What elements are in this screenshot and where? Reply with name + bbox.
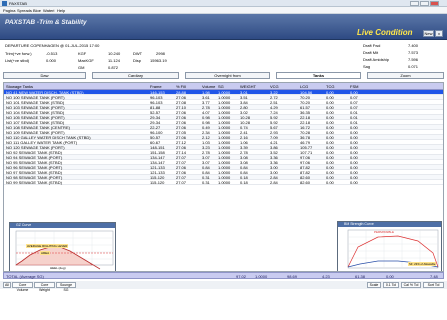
bm-legend: SF: 23% of Allowable xyxy=(408,262,437,266)
col-fsm-cell: 0.00 xyxy=(350,180,358,185)
totals-weight: 98.69 xyxy=(287,274,298,279)
close-condition-button[interactable]: x xyxy=(435,30,443,37)
load-condition-label: Live Condition xyxy=(357,28,413,37)
menu-help[interactable]: Help xyxy=(57,8,65,13)
dwt-value: 2998 xyxy=(156,51,165,56)
col-vcg-header[interactable]: VCG xyxy=(270,84,279,89)
draft-fwd-label: Draft Fwd xyxy=(363,43,381,48)
col-stowage-cell: NO 99 SEWAGE TANK (STBD) xyxy=(6,180,62,185)
col-weight-header[interactable]: WEIGHT xyxy=(240,84,256,89)
core-weight-button[interactable]: Core Weight xyxy=(34,282,55,292)
scale-button[interactable]: Scale xyxy=(367,282,381,288)
col-fill-cell: 27.07 xyxy=(176,180,187,185)
col-vcg-cell: 2.84 xyxy=(270,180,278,185)
tol-button[interactable]: 0.1 Tol xyxy=(383,282,399,288)
gz-curve-panel[interactable]: GZ Curve AVERAGE RIGHTING LEVER AREA HEE… xyxy=(9,222,116,271)
grid-header: Stowage Tanks Frame % Fill Volume SG WEIGHT VC… xyxy=(4,83,443,90)
footer-toolbar: All Core Volume Core Weight Sounge SG Sc… xyxy=(0,281,447,292)
col-frame-cell: 115-120 xyxy=(150,180,165,185)
gz-label-b: AREA xyxy=(40,251,51,255)
draft-fwd-value: 7.400 xyxy=(408,43,419,48)
maxkgf-label: MaxKGF xyxy=(78,58,94,63)
totals-lcg: 61.38 xyxy=(355,274,366,279)
col-fill-header[interactable]: % Fill xyxy=(176,84,186,89)
app-icon xyxy=(2,1,7,6)
totals-tcg: 0.00 xyxy=(386,274,394,279)
totals-volume: 97.02 xyxy=(236,274,247,279)
trim-label: Trim(+ve forw.) xyxy=(5,51,32,56)
tab-cardiary[interactable]: Cardiary xyxy=(92,72,179,79)
col-weight-cell: 0.18 xyxy=(240,180,248,185)
totals-vcg: 4.23 xyxy=(322,274,330,279)
disp-value: 15963.19 xyxy=(150,58,167,63)
tanks-grid: Stowage Tanks Frame % Fill Volume SG WEIGHT VC… xyxy=(3,82,444,272)
menu-wateri[interactable]: Wateri xyxy=(43,8,54,13)
tab-tanks[interactable]: Tanks xyxy=(276,72,361,79)
sounge-sg-button[interactable]: Sounge SG xyxy=(56,282,76,292)
col-sg-cell: 1.0000 xyxy=(218,180,231,185)
draft-mid-label: Draft Mit xyxy=(363,50,379,55)
menu-bloe[interactable]: Bloe xyxy=(33,8,41,13)
sort-tol-button[interactable]: Sort Tol xyxy=(423,282,444,288)
tab-overnight[interactable]: Overnight from xyxy=(185,72,270,79)
totals-fsm: 7.48 xyxy=(430,274,438,279)
close-button[interactable] xyxy=(430,1,439,6)
draft-mid-value: 7.573 xyxy=(408,50,419,55)
col-fsm-header[interactable]: FSM xyxy=(350,84,358,89)
col-frame-header[interactable]: Frame xyxy=(150,84,162,89)
kgf-value: 10.240 xyxy=(108,51,121,56)
title-bar: PAXSTAB xyxy=(0,0,447,7)
draft-amid-value: 7.596 xyxy=(408,57,419,62)
col-tcg-cell: 0.00 xyxy=(326,180,334,185)
cal-tol-button[interactable]: Cal % Tol xyxy=(401,282,421,288)
gm-label: GM xyxy=(78,65,85,70)
dwt-label: DWT xyxy=(133,51,143,56)
totals-label: TOTAL (Average SG) xyxy=(6,274,44,279)
kgf-label: KGF xyxy=(78,51,87,56)
col-stowage-header[interactable]: Stowage Tanks xyxy=(6,84,33,89)
condition-info: DEPARTURE COPENHAGEN @ 01-JUL-2015 17:00… xyxy=(0,40,447,72)
departure-label: DEPARTURE COPENHAGEN @ 01-JUL-2015 17:00 xyxy=(5,43,100,48)
col-sg-header[interactable]: SG xyxy=(218,84,224,89)
new-button[interactable]: New xyxy=(423,30,434,37)
col-lcg-header[interactable]: LCG xyxy=(300,84,308,89)
window-title: PAXSTAB xyxy=(9,1,27,6)
sag-label: Sag xyxy=(363,64,371,69)
gm-value: 0.872 xyxy=(108,65,119,70)
trim-value: -0.513 xyxy=(46,51,58,56)
menu-spreads[interactable]: Spreads xyxy=(17,8,32,13)
menu-bar: Pagina Spreads Bloe Wateri Help xyxy=(0,7,447,14)
tab-daw[interactable]: Daw xyxy=(3,72,86,79)
col-tcg-header[interactable]: TCG xyxy=(326,84,334,89)
tank-row[interactable]: NO 99 SEWAGE TANK (STBD) 115-120 27.07 0.31… xyxy=(4,180,443,185)
core-volume-button[interactable]: Core Volume xyxy=(12,282,33,292)
tab-zoom[interactable]: Zoom xyxy=(367,72,444,79)
menu-pagina[interactable]: Pagina xyxy=(3,8,15,13)
gz-xlabel: HEEL (deg) xyxy=(50,266,66,270)
list-value: 0.000 xyxy=(46,58,57,63)
list-label: List(+ve stbd) xyxy=(5,58,30,63)
col-lcg-cell: 82.60 xyxy=(300,180,311,185)
app-header: PAXSTAB -Trim & Stability Live Condition… xyxy=(0,14,447,40)
all-button[interactable]: All xyxy=(3,282,11,288)
totals-row: TOTAL (Average SG) 97.02 1.0000 98.69 4.… xyxy=(3,272,444,279)
bm-curve-panel[interactable]: BM Strength Curve PERMISSIBLE SF: 23% of… xyxy=(337,221,442,271)
col-volume-header[interactable]: Volume xyxy=(202,84,215,89)
totals-sg: 1.0000 xyxy=(255,274,268,279)
maximize-button[interactable] xyxy=(420,1,429,6)
sag-value: 0.071 xyxy=(408,64,419,69)
gz-label-a: AVERAGE RIGHTING LEVER xyxy=(26,244,69,248)
view-tabs: Daw Cardiary Overnight from Tanks Zoom xyxy=(3,72,444,79)
bm-label: PERMISSIBLE xyxy=(374,230,395,234)
app-title: PAXSTAB -Trim & Stability xyxy=(5,19,87,26)
col-volume-cell: 0.31 xyxy=(202,180,210,185)
maxkgf-value: 11.124 xyxy=(108,58,120,63)
minimize-button[interactable] xyxy=(410,1,419,6)
draft-amid-label: Draft Amidship xyxy=(363,57,390,62)
disp-label: Disp xyxy=(133,58,142,63)
